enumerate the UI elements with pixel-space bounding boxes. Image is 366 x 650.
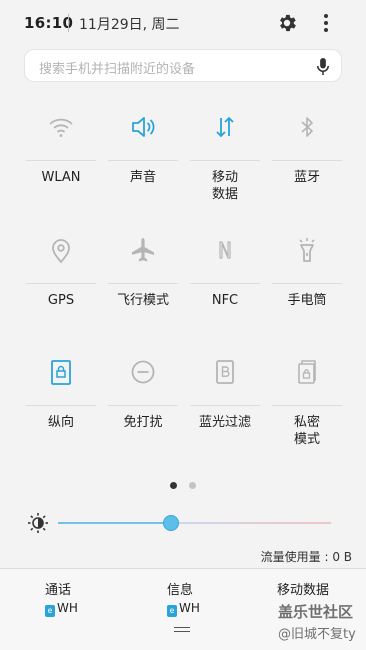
tile-label: 移动 数据 — [211, 170, 238, 202]
flashlight-icon — [299, 238, 315, 262]
sim-calls-value: e WH — [45, 601, 167, 617]
page-dot[interactable] — [188, 482, 196, 489]
sim-messages[interactable]: 信息 e WH — [167, 579, 289, 617]
tile-divider — [190, 160, 260, 161]
search-placeholder: 搜索手机并扫描附近的设备 — [39, 62, 196, 77]
portrait-lock-icon — [51, 360, 71, 385]
data-usage-text[interactable]: 流量使用量 : 0 B — [261, 548, 352, 565]
tile-divider — [108, 160, 178, 161]
brightness-slider-track[interactable] — [171, 522, 331, 524]
sim-name: WH — [179, 601, 200, 615]
tile-label: 私密 模式 — [293, 415, 320, 447]
tile-label: WLAN — [41, 170, 81, 185]
divider — [68, 14, 69, 32]
tile-label: 纵向 — [47, 415, 74, 430]
tile-label: GPS — [47, 293, 75, 308]
tile-divider — [272, 283, 342, 284]
tile-label: 免打扰 — [123, 415, 163, 430]
sim-card-icon: e — [45, 605, 55, 617]
nfc-icon — [219, 241, 231, 259]
tile-divider — [26, 283, 96, 284]
watermark-logo: 盖乐世社区 — [278, 603, 354, 621]
tile-label: 声音 — [129, 170, 156, 185]
private-mode-icon — [298, 360, 316, 384]
sim-mobile-data[interactable]: 移动数据 — [277, 579, 366, 598]
tile-divider — [26, 405, 96, 406]
sim-calls[interactable]: 通话 e WH — [45, 579, 167, 617]
brightness-icon — [28, 513, 48, 533]
wifi-icon — [49, 118, 73, 137]
clock: 16:10 — [24, 14, 74, 32]
airplane-icon — [132, 238, 154, 262]
tile-label: 手电筒 — [287, 293, 327, 308]
drag-handle[interactable] — [174, 627, 190, 632]
tile-label: 蓝光过滤 — [198, 415, 251, 430]
microphone-icon[interactable] — [315, 57, 331, 76]
gear-icon[interactable] — [276, 12, 298, 34]
sim-mobile-data-title: 移动数据 — [277, 583, 330, 598]
brightness-slider-thumb[interactable] — [163, 515, 179, 531]
tile-label: 蓝牙 — [293, 170, 320, 185]
tile-divider — [190, 405, 260, 406]
tile-label: 飞行模式 — [116, 293, 169, 308]
page-dot-active[interactable] — [170, 482, 178, 489]
sim-name: WH — [57, 601, 78, 615]
search-input[interactable]: 搜索手机并扫描附近的设备 — [24, 49, 342, 82]
more-options-icon[interactable] — [318, 12, 334, 34]
watermark-author: @旧城不复ty — [278, 627, 356, 642]
page-indicator — [0, 474, 366, 493]
tile-divider — [272, 405, 342, 406]
date[interactable]: 11月29日, 周二 — [79, 14, 180, 34]
tile-label: NFC — [211, 293, 239, 308]
tile-divider — [190, 283, 260, 284]
tile-divider — [108, 283, 178, 284]
mobile-data-icon — [216, 116, 234, 138]
sim-messages-title: 信息 — [167, 583, 194, 598]
do-not-disturb-icon — [131, 360, 155, 384]
tile-divider — [272, 160, 342, 161]
sim-card-icon: e — [167, 605, 177, 617]
location-icon — [52, 239, 70, 264]
tile-divider — [108, 405, 178, 406]
sim-calls-title: 通话 — [45, 583, 72, 598]
bluetooth-icon — [301, 117, 313, 137]
brightness-slider-filled[interactable] — [58, 522, 171, 524]
volume-icon — [132, 117, 155, 137]
blue-light-filter-icon — [216, 360, 234, 384]
sim-messages-value: e WH — [167, 601, 289, 617]
sim-settings-bar: 通话 e WH 信息 e WH 移动数据 盖乐世社区 @旧城不复ty — [0, 568, 366, 650]
tile-divider — [26, 160, 96, 161]
status-bar: 16:10 11月29日, 周二 — [0, 0, 366, 46]
